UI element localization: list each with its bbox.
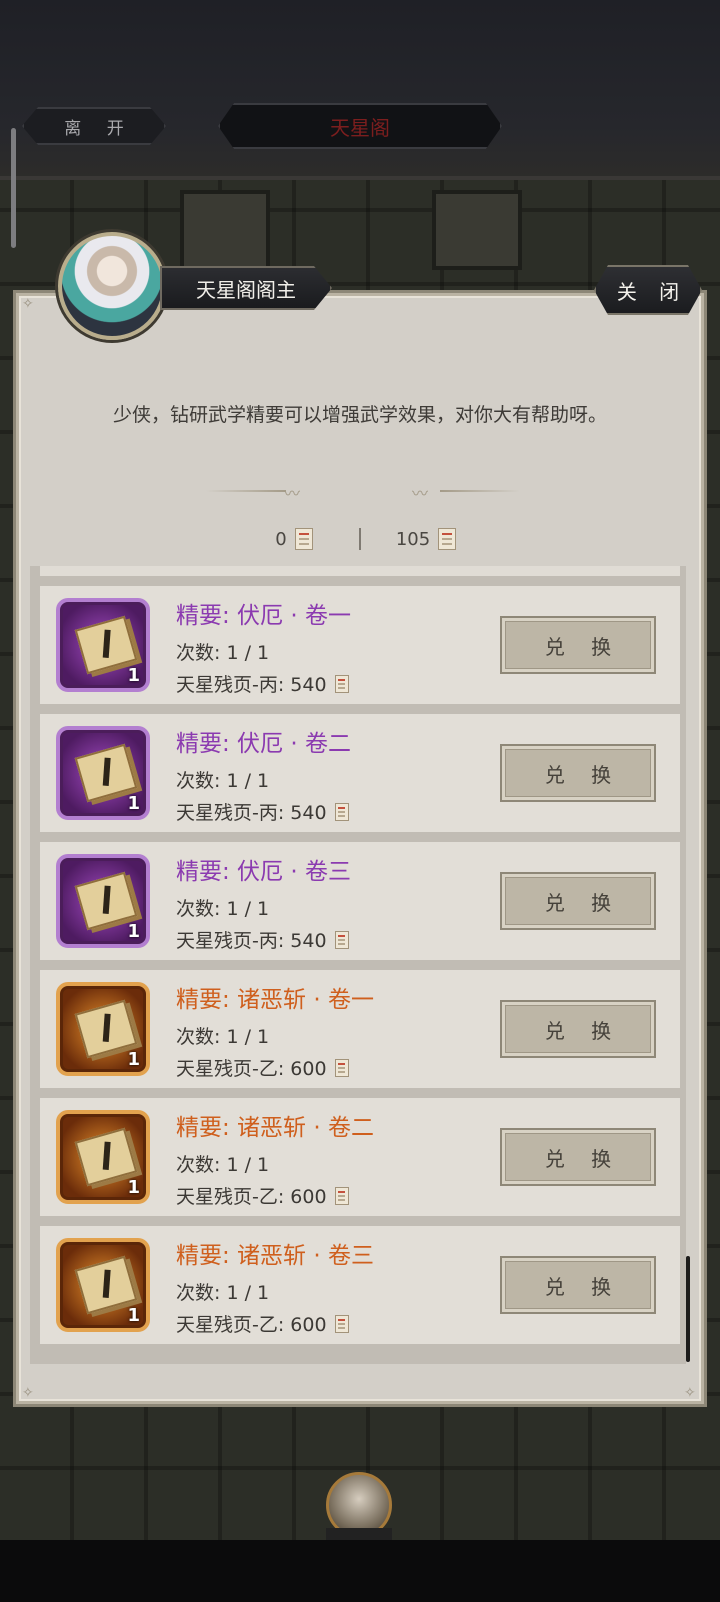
item-count: 1 <box>127 921 140 942</box>
list-item: 1 精要: 伏厄 · 卷二 次数: 1 / 1 天星残页-丙: 540 兑 换 <box>40 714 680 832</box>
exchange-button[interactable]: 兑 换 <box>500 872 656 930</box>
exchange-list[interactable]: 1 精要: 伏厄 · 卷一 次数: 1 / 1 天星残页-丙: 540 兑 换 … <box>30 566 686 1364</box>
list-item-partial <box>40 566 680 576</box>
item-icon[interactable]: 1 <box>56 854 150 948</box>
page-scrollbar[interactable] <box>11 128 16 248</box>
item-name: 精要: 伏厄 · 卷一 <box>176 603 351 629</box>
scene-pillar <box>432 190 522 270</box>
corner-ornament-icon: ✧ <box>22 296 34 312</box>
item-times: 次数: 1 / 1 <box>176 642 270 664</box>
item-cost-text: 天星残页-丙: 540 <box>176 802 327 824</box>
list-item: 1 精要: 诸恶斩 · 卷三 次数: 1 / 1 天星残页-乙: 600 兑 换 <box>40 1226 680 1344</box>
item-icon[interactable]: 1 <box>56 598 150 692</box>
item-cost-text: 天星残页-丙: 540 <box>176 930 327 952</box>
scene-pillar <box>180 190 270 270</box>
swirl-ornament-icon: 〰 <box>284 484 301 503</box>
list-item: 1 精要: 诸恶斩 · 卷二 次数: 1 / 1 天星残页-乙: 600 兑 换 <box>40 1098 680 1216</box>
page-icon <box>294 528 313 550</box>
item-times: 次数: 1 / 1 <box>176 1154 270 1176</box>
location-title: 天星阁 <box>218 103 502 149</box>
page-icon <box>334 802 349 821</box>
item-count: 1 <box>127 1177 140 1198</box>
item-cost: 天星残页-丙: 540 <box>176 926 349 953</box>
item-icon[interactable]: 1 <box>56 1238 150 1332</box>
item-cost: 天星残页-乙: 600 <box>176 1054 349 1081</box>
exchange-button[interactable]: 兑 换 <box>500 1128 656 1186</box>
item-cost-text: 天星残页-乙: 600 <box>176 1058 327 1080</box>
leave-button[interactable]: 离 开 <box>22 107 166 145</box>
npc-portrait <box>58 232 166 340</box>
exchange-button[interactable]: 兑 换 <box>500 616 656 674</box>
divider-ornament <box>440 490 520 492</box>
item-name: 精要: 诸恶斩 · 卷二 <box>176 1115 374 1141</box>
item-count: 1 <box>127 1049 140 1070</box>
list-item: 1 精要: 伏厄 · 卷三 次数: 1 / 1 天星残页-丙: 540 兑 换 <box>40 842 680 960</box>
corner-ornament-icon: ✧ <box>22 1385 34 1401</box>
exchange-button[interactable]: 兑 换 <box>500 1256 656 1314</box>
item-count: 1 <box>127 793 140 814</box>
list-scrollbar[interactable] <box>686 1256 690 1362</box>
exchange-button[interactable]: 兑 换 <box>500 744 656 802</box>
page-icon <box>334 1314 349 1333</box>
item-cost: 天星残页-乙: 600 <box>176 1310 349 1337</box>
divider-ornament <box>206 490 286 492</box>
item-cost-text: 天星残页-丙: 540 <box>176 674 327 696</box>
list-item: 1 精要: 伏厄 · 卷一 次数: 1 / 1 天星残页-丙: 540 兑 换 <box>40 586 680 704</box>
page-icon <box>438 528 457 550</box>
currency-amount: 105 <box>395 528 431 550</box>
page-icon <box>334 674 349 693</box>
item-times: 次数: 1 / 1 <box>176 1026 270 1048</box>
item-times: 次数: 1 / 1 <box>176 770 270 792</box>
page-icon <box>334 1186 349 1205</box>
close-button[interactable]: 关 闭 <box>594 265 702 315</box>
item-times: 次数: 1 / 1 <box>176 898 270 920</box>
item-cost: 天星残页-丙: 540 <box>176 670 349 697</box>
npc-dialog-text: 少侠，钻研武学精要可以增强武学效果，对你大有帮助呀。 <box>112 404 607 426</box>
item-name: 精要: 诸恶斩 · 卷一 <box>176 987 374 1013</box>
item-cost-text: 天星残页-乙: 600 <box>176 1314 327 1336</box>
item-count: 1 <box>127 665 140 686</box>
item-count: 1 <box>127 1305 140 1326</box>
currency-amount: 0 <box>275 528 287 550</box>
item-cost-text: 天星残页-乙: 600 <box>176 1186 327 1208</box>
corner-ornament-icon: ✧ <box>684 1385 696 1401</box>
item-times: 次数: 1 / 1 <box>176 1282 270 1304</box>
item-name: 精要: 伏厄 · 卷二 <box>176 731 351 757</box>
item-cost: 天星残页-丙: 540 <box>176 798 349 825</box>
bottom-bar <box>0 1540 720 1602</box>
item-name: 精要: 诸恶斩 · 卷三 <box>176 1243 374 1269</box>
item-cost: 天星残页-乙: 600 <box>176 1182 349 1209</box>
currency-bing: 0 <box>229 528 359 550</box>
currency-row: 0 105 <box>0 524 720 554</box>
page-icon <box>334 1058 349 1077</box>
item-name: 精要: 伏厄 · 卷三 <box>176 859 351 885</box>
exchange-button[interactable]: 兑 换 <box>500 1000 656 1058</box>
item-icon[interactable]: 1 <box>56 982 150 1076</box>
item-icon[interactable]: 1 <box>56 1110 150 1204</box>
currency-yi: 105 <box>361 528 491 550</box>
top-bar <box>0 0 720 180</box>
page-icon <box>334 930 349 949</box>
npc-name: 天星阁阁主 <box>160 266 332 310</box>
list-item: 1 精要: 诸恶斩 · 卷一 次数: 1 / 1 天星残页-乙: 600 兑 换 <box>40 970 680 1088</box>
item-icon[interactable]: 1 <box>56 726 150 820</box>
swirl-ornament-icon: 〰 <box>412 484 429 503</box>
